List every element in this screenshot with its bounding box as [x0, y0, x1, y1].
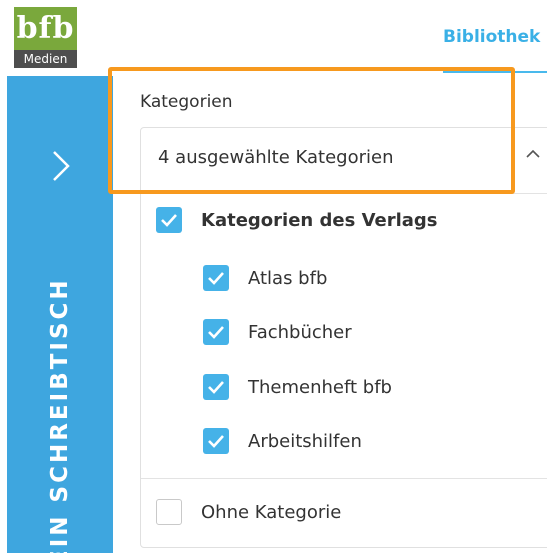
option-label: Themenheft bfb: [248, 376, 392, 398]
checkbox-checked[interactable]: [156, 207, 182, 233]
option-label: Kategorien des Verlags: [201, 209, 438, 231]
logo-subtitle: Medien: [14, 50, 77, 68]
option-kategorien-des-verlags[interactable]: Kategorien des Verlags: [156, 207, 438, 233]
logo-mark: bfb: [16, 11, 75, 46]
tab-bibliothek[interactable]: Bibliothek: [443, 27, 540, 47]
chevron-up-icon[interactable]: [525, 148, 541, 160]
checkbox-checked[interactable]: [203, 319, 229, 345]
checkmark-icon: [208, 435, 224, 448]
option-label: Ohne Kategorie: [201, 501, 342, 523]
option-label: Arbeitshilfen: [248, 430, 362, 452]
checkmark-icon: [208, 326, 224, 339]
desk-sidebar[interactable]: EIN SCHREIBTISCH: [7, 76, 113, 553]
option-fachbuecher[interactable]: Fachbücher: [203, 319, 352, 345]
checkbox-unchecked[interactable]: [156, 499, 182, 525]
checkbox-checked[interactable]: [203, 265, 229, 291]
chevron-right-icon[interactable]: [48, 142, 74, 190]
option-ohne-kategorie[interactable]: Ohne Kategorie: [156, 499, 341, 525]
option-label: Atlas bfb: [248, 267, 328, 289]
option-arbeitshilfen[interactable]: Arbeitshilfen: [203, 428, 362, 454]
checkmark-icon: [208, 272, 224, 285]
checkbox-checked[interactable]: [203, 374, 229, 400]
highlight-frame: [108, 67, 515, 194]
checkbox-checked[interactable]: [203, 428, 229, 454]
checkmark-icon: [161, 214, 177, 227]
option-themenheft-bfb[interactable]: Themenheft bfb: [203, 374, 392, 400]
checkmark-icon: [208, 381, 224, 394]
bfb-medien-logo[interactable]: bfb Medien: [14, 7, 77, 68]
option-label: Fachbücher: [248, 321, 352, 343]
option-atlas-bfb[interactable]: Atlas bfb: [203, 265, 327, 291]
sidebar-label: EIN SCHREIBTISCH: [47, 277, 73, 553]
options-divider: [141, 478, 547, 479]
